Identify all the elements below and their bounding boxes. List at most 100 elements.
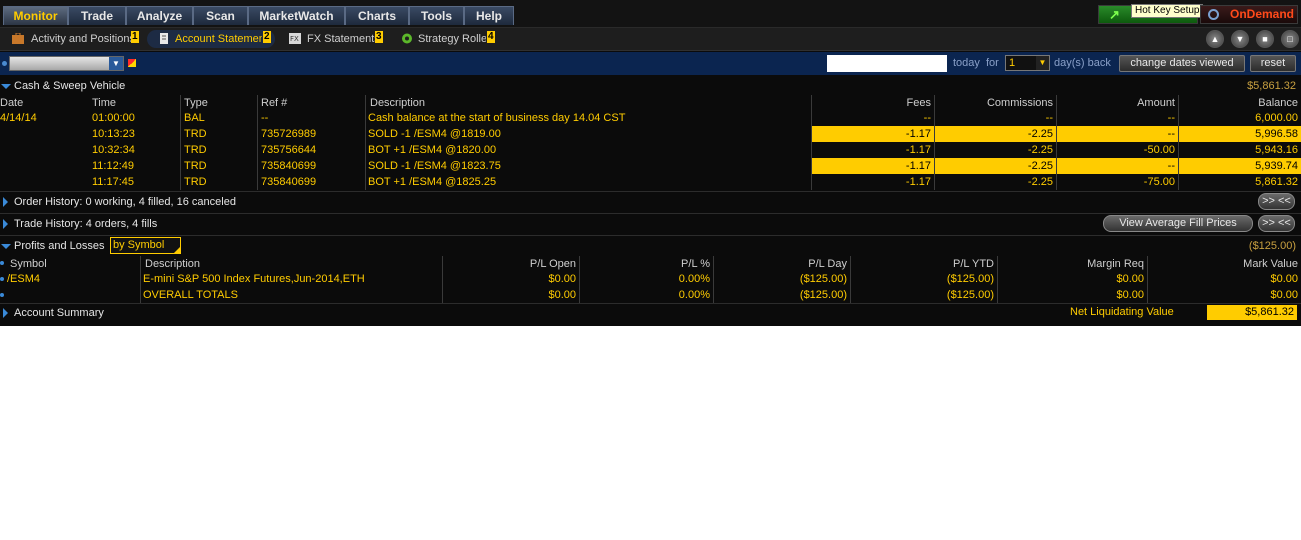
subtab-strategy-roller[interactable]: Strategy Roller 4 bbox=[397, 30, 497, 48]
cell-commissions: -2.25 bbox=[935, 158, 1056, 174]
printer-icon[interactable]: ■ bbox=[1256, 30, 1274, 48]
cell-ref: 735726989 bbox=[261, 128, 317, 140]
cell-amount: -75.00 bbox=[1143, 176, 1175, 188]
divider bbox=[0, 213, 1301, 214]
column-divider bbox=[442, 256, 443, 303]
for-label: for bbox=[986, 57, 999, 69]
tab-marketwatch[interactable]: MarketWatch bbox=[248, 6, 345, 25]
cell-ref: -- bbox=[261, 112, 269, 124]
cell-pl-pct: 0.00% bbox=[678, 289, 710, 301]
tab-trade[interactable]: Trade bbox=[68, 6, 126, 25]
tab-help[interactable]: Help bbox=[464, 6, 514, 25]
table-row[interactable]: 10:32:34 TRD 735756644 BOT +1 /ESM4 @182… bbox=[0, 142, 1301, 158]
subtab-fx-statements[interactable]: FX FX Statements 3 bbox=[285, 30, 385, 48]
trading-app: Monitor Trade Analyze Scan MarketWatch C… bbox=[0, 0, 1301, 326]
table-row[interactable]: 11:17:45 TRD 735840699 BOT +1 /ESM4 @182… bbox=[0, 174, 1301, 190]
divider bbox=[0, 235, 1301, 236]
svg-text:FX: FX bbox=[290, 35, 299, 43]
cell-description: Cash balance at the start of business da… bbox=[368, 112, 626, 124]
section-title: Trade History: 4 orders, 4 fills bbox=[14, 218, 158, 230]
pnl-total: ($125.00) bbox=[1248, 240, 1296, 252]
cell-pl-open: $0.00 bbox=[548, 273, 576, 285]
row-bullet-icon bbox=[0, 293, 4, 297]
cell-symbol bbox=[5, 287, 138, 303]
cell-pl-day: ($125.00) bbox=[799, 289, 847, 301]
section-title: Order History: 0 working, 4 filled, 16 c… bbox=[14, 196, 236, 208]
row-bullet-icon bbox=[0, 261, 4, 265]
section-title: Profits and Losses bbox=[14, 240, 105, 252]
col-symbol: Symbol bbox=[10, 258, 47, 270]
bell-icon[interactable]: ▲ bbox=[1206, 30, 1224, 48]
cell-ref: 735840699 bbox=[261, 160, 317, 172]
date-field[interactable] bbox=[827, 55, 947, 72]
cell-mark-value: $0.00 bbox=[1270, 273, 1298, 285]
cell-balance: 5,861.32 bbox=[1255, 176, 1298, 188]
cell-fees: -1.17 bbox=[905, 176, 931, 188]
expand-collapse-button[interactable]: >> << bbox=[1258, 193, 1295, 210]
net-liquidating-value: $5,861.32 bbox=[1207, 305, 1297, 320]
tab-charts[interactable]: Charts bbox=[345, 6, 409, 25]
window-icon[interactable]: □ bbox=[1281, 30, 1299, 48]
col-pl-pct: P/L % bbox=[681, 258, 710, 270]
chevron-down-icon[interactable]: ▼ bbox=[1231, 30, 1249, 48]
cell-date: 4/14/14 bbox=[0, 112, 37, 124]
cell-commissions: -2.25 bbox=[1027, 144, 1053, 156]
cash-section-header[interactable]: Cash & Sweep Vehicle $5,861.32 bbox=[0, 77, 1301, 95]
table-row[interactable]: /ESM4 E-mini S&P 500 Index Futures,Jun-2… bbox=[0, 271, 1301, 287]
pnl-section-header[interactable]: Profits and Losses ($125.00) bbox=[0, 237, 1301, 255]
group-by-value: by Symbol bbox=[113, 239, 165, 251]
top-nav: Monitor Trade Analyze Scan MarketWatch C… bbox=[0, 0, 1301, 28]
tab-analyze[interactable]: Analyze bbox=[126, 6, 193, 25]
sub-nav: Activity and Positions 1 Account Stateme… bbox=[0, 28, 1301, 51]
cell-pl-day: ($125.00) bbox=[799, 273, 847, 285]
tab-monitor[interactable]: Monitor bbox=[3, 6, 68, 25]
subtab-label: Strategy Roller bbox=[418, 33, 486, 45]
cell-fees: -1.17 bbox=[905, 144, 931, 156]
col-fees: Fees bbox=[906, 97, 931, 109]
view-average-fill-prices-button[interactable]: View Average Fill Prices bbox=[1103, 215, 1253, 232]
table-row[interactable]: 4/14/14 01:00:00 BAL -- Cash balance at … bbox=[0, 110, 1301, 126]
table-row[interactable]: OVERALL TOTALS $0.00 0.00% ($125.00) ($1… bbox=[0, 287, 1301, 303]
reset-button[interactable]: reset bbox=[1250, 55, 1296, 72]
cell-ref: 735756644 bbox=[261, 144, 317, 156]
col-description: Description bbox=[370, 97, 426, 109]
expand-collapse-button[interactable]: >> << bbox=[1258, 215, 1295, 232]
col-ref: Ref # bbox=[261, 97, 288, 109]
column-divider bbox=[713, 256, 714, 303]
cell-description: SOLD -1 /ESM4 @1823.75 bbox=[368, 160, 501, 172]
account-select[interactable]: ▼ bbox=[9, 56, 124, 71]
table-row[interactable]: 11:12:49 TRD 735840699 SOLD -1 /ESM4 @18… bbox=[0, 158, 1301, 174]
group-by-select[interactable]: by Symbol bbox=[110, 237, 181, 254]
col-mark-value: Mark Value bbox=[1243, 258, 1298, 270]
column-divider bbox=[180, 95, 181, 190]
section-title: Cash & Sweep Vehicle bbox=[14, 80, 126, 92]
arrow-up-right-icon: ↗ bbox=[1109, 7, 1120, 22]
chevron-down-icon: ▼ bbox=[109, 57, 123, 70]
col-pl-ytd: P/L YTD bbox=[953, 258, 994, 270]
subtab-hotkey-number: 2 bbox=[263, 31, 271, 43]
col-description: Description bbox=[145, 258, 201, 270]
cell-pl-ytd: ($125.00) bbox=[946, 273, 994, 285]
cash-table-header: Date Time Type Ref # Description Fees Co… bbox=[0, 95, 1301, 111]
tab-scan[interactable]: Scan bbox=[193, 6, 248, 25]
ondemand-button[interactable]: OnDemand bbox=[1200, 5, 1298, 24]
column-divider bbox=[140, 256, 141, 303]
subtab-activity-positions[interactable]: Activity and Positions 1 bbox=[8, 30, 140, 48]
subtab-account-statement[interactable]: Account Statement 2 bbox=[147, 30, 275, 48]
table-row[interactable]: 10:13:23 TRD 735726989 SOLD -1 /ESM4 @18… bbox=[0, 126, 1301, 142]
order-history-header[interactable]: Order History: 0 working, 4 filled, 16 c… bbox=[0, 193, 1301, 213]
change-dates-button[interactable]: change dates viewed bbox=[1119, 55, 1245, 72]
cell-description: BOT +1 /ESM4 @1825.25 bbox=[368, 176, 497, 188]
cell-time: 11:12:49 bbox=[92, 160, 135, 172]
column-divider bbox=[365, 95, 366, 190]
days-back-select[interactable]: 1 ▼ bbox=[1005, 55, 1050, 71]
column-divider bbox=[934, 95, 935, 190]
subtab-label: FX Statements bbox=[307, 33, 380, 45]
cell-type: BAL bbox=[184, 112, 205, 124]
section-title: Account Summary bbox=[14, 307, 104, 319]
col-pl-day: P/L Day bbox=[808, 258, 847, 270]
tab-tools[interactable]: Tools bbox=[409, 6, 464, 25]
hot-key-setup-tooltip: Hot Key Setup bbox=[1131, 4, 1204, 18]
subtab-hotkey-number: 3 bbox=[375, 31, 383, 43]
column-divider bbox=[579, 256, 580, 303]
